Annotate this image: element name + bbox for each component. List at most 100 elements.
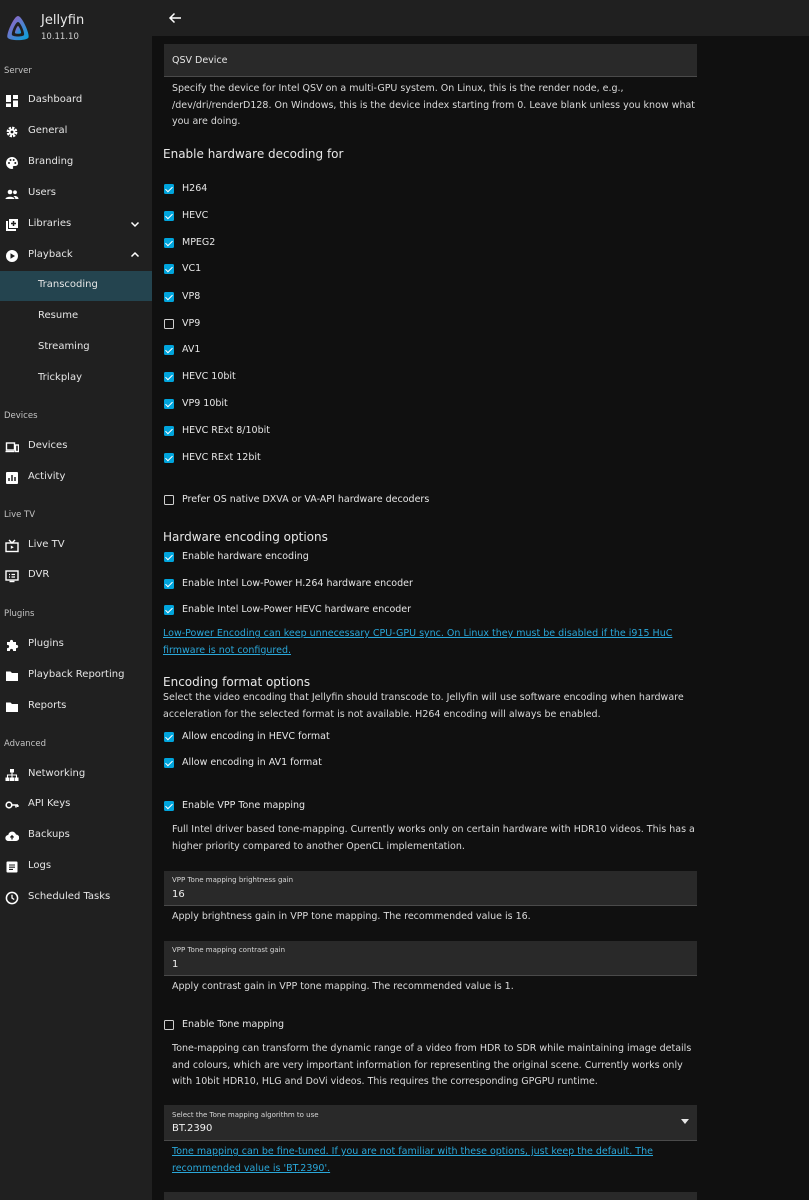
section-livetv: Live TV [4, 510, 36, 520]
sidebar-item-label: General [28, 125, 68, 136]
sidebar-item-api-keys[interactable]: API Keys [0, 790, 152, 820]
sidebar-item-label: Activity [28, 471, 66, 482]
sidebar-item-label: Streaming [38, 341, 90, 352]
live-tv-icon [5, 539, 19, 553]
sidebar-item-plugins[interactable]: Plugins [0, 630, 152, 660]
checkbox-label: H264 [182, 183, 208, 194]
sidebar-item-label: Playback Reporting [28, 669, 125, 680]
section-advanced: Advanced [4, 739, 46, 749]
checkbox-label: Enable Intel Low-Power H.264 hardware en… [182, 578, 413, 589]
checkbox-hevc-10bit[interactable] [164, 372, 174, 382]
checkbox-hevc-rext-8-10bit[interactable] [164, 426, 174, 436]
sidebar-item-resume[interactable]: Resume [0, 302, 152, 332]
sidebar-item-logs[interactable]: Logs [0, 852, 152, 882]
app-name: Jellyfin [41, 13, 85, 28]
sidebar-item-label: Playback [28, 249, 73, 260]
sidebar-item-devices[interactable]: Devices [0, 432, 152, 462]
vpp-contrast-input[interactable]: VPP Tone mapping contrast gain 1 [164, 941, 697, 976]
back-arrow-icon[interactable] [168, 11, 182, 25]
sidebar: Jellyfin 10.11.10 Server Dashboard Gener… [0, 0, 152, 1200]
jellyfin-logo-icon [7, 16, 29, 41]
vpp-contrast-value: 1 [172, 959, 179, 970]
transcoding-settings: QSV Device Specify the device for Intel … [152, 36, 809, 1200]
sidebar-item-backups[interactable]: Backups [0, 821, 152, 851]
sidebar-item-label: Live TV [28, 539, 65, 550]
dashboard-icon [6, 95, 18, 107]
checkbox-enable-hw-encoding[interactable] [164, 552, 174, 562]
checkbox-prefer-native-decoders[interactable] [164, 495, 174, 505]
checkbox-label: VP9 10bit [182, 398, 228, 409]
folder-icon [6, 671, 18, 681]
checkbox-lowpower-hevc[interactable] [164, 605, 174, 615]
people-icon [5, 189, 19, 199]
checkbox-allow-av1[interactable] [164, 758, 174, 768]
tonemap-info-link[interactable]: Tone mapping can be fine-tuned. If you a… [172, 1144, 672, 1177]
sidebar-item-label: Devices [28, 440, 68, 451]
sidebar-item-general[interactable]: General [0, 117, 152, 147]
vpp-brightness-value: 16 [172, 889, 185, 900]
sidebar-item-branding[interactable]: Branding [0, 148, 152, 178]
app-version: 10.11.10 [41, 32, 79, 42]
encoding-title: Hardware encoding options [163, 530, 328, 544]
format-help: Select the video encoding that Jellyfin … [163, 692, 684, 720]
checkbox-label: VC1 [182, 263, 202, 274]
sidebar-item-users[interactable]: Users [0, 179, 152, 209]
chevron-down-icon [130, 221, 140, 228]
qsv-device-help: Specify the device for Intel QSV on a mu… [172, 83, 696, 127]
brand[interactable]: Jellyfin 10.11.10 [0, 0, 152, 56]
next-field[interactable] [164, 1192, 697, 1200]
checkbox-h264[interactable] [164, 184, 174, 194]
checkbox-enable-tonemapping[interactable] [164, 1020, 174, 1030]
sidebar-item-label: Backups [28, 829, 70, 840]
tonemap-help: Tone-mapping can transform the dynamic r… [172, 1043, 692, 1087]
checkbox-allow-hevc[interactable] [164, 732, 174, 742]
vpp-contrast-help: Apply contrast gain in VPP tone mapping.… [172, 981, 514, 992]
checkbox-enable-vpp-tonemapping[interactable] [164, 801, 174, 811]
vpp-brightness-input[interactable]: VPP Tone mapping brightness gain 16 [164, 871, 697, 906]
sidebar-item-playback-reporting[interactable]: Playback Reporting [0, 661, 152, 691]
checkbox-vp8[interactable] [164, 292, 174, 302]
library-add-icon [6, 219, 18, 231]
logs-icon [6, 861, 18, 873]
checkbox-av1[interactable] [164, 345, 174, 355]
sidebar-item-label: Transcoding [38, 279, 98, 290]
sidebar-item-scheduled-tasks[interactable]: Scheduled Tasks [0, 883, 152, 913]
decoding-title: Enable hardware decoding for [163, 147, 344, 161]
checkbox-vp9-10bit[interactable] [164, 399, 174, 409]
tonemap-algorithm-select[interactable]: Select the Tone mapping algorithm to use… [164, 1105, 697, 1141]
checkbox-hevc[interactable] [164, 211, 174, 221]
sidebar-item-transcoding[interactable]: Transcoding [0, 271, 152, 301]
checkbox-label: AV1 [182, 344, 201, 355]
gear-icon [6, 126, 18, 138]
checkbox-vp9[interactable] [164, 319, 174, 329]
vpp-brightness-label: VPP Tone mapping brightness gain [172, 876, 294, 884]
checkbox-label: MPEG2 [182, 237, 216, 248]
checkbox-label: HEVC RExt 12bit [182, 452, 261, 463]
checkbox-label: Enable VPP Tone mapping [182, 800, 306, 811]
sidebar-item-playback[interactable]: Playback [0, 241, 152, 271]
checkbox-mpeg2[interactable] [164, 238, 174, 248]
sidebar-item-dashboard[interactable]: Dashboard [0, 86, 152, 116]
sidebar-item-trickplay[interactable]: Trickplay [0, 364, 152, 394]
checkbox-label: HEVC RExt 8/10bit [182, 425, 270, 436]
sidebar-item-label: Libraries [28, 218, 72, 229]
sidebar-item-livetv[interactable]: Live TV [0, 531, 152, 561]
qsv-device-input[interactable]: QSV Device [164, 44, 697, 77]
chevron-up-icon [130, 251, 140, 258]
sidebar-item-label: Trickplay [38, 372, 82, 383]
sidebar-item-networking[interactable]: Networking [0, 760, 152, 790]
lowpower-info-link[interactable]: Low-Power Encoding can keep unnecessary … [163, 626, 683, 659]
sidebar-item-dvr[interactable]: DVR [0, 561, 152, 591]
sidebar-item-label: Networking [28, 768, 86, 779]
sidebar-item-reports[interactable]: Reports [0, 692, 152, 722]
checkbox-lowpower-h264[interactable] [164, 579, 174, 589]
checkbox-vc1[interactable] [164, 264, 174, 274]
sidebar-item-activity[interactable]: Activity [0, 463, 152, 493]
sidebar-item-label: Plugins [28, 638, 64, 649]
sidebar-item-label: Scheduled Tasks [28, 891, 111, 902]
checkbox-hevc-rext-12bit[interactable] [164, 453, 174, 463]
sidebar-item-streaming[interactable]: Streaming [0, 333, 152, 363]
sidebar-item-label: Branding [28, 156, 74, 167]
sidebar-item-libraries[interactable]: Libraries [0, 210, 152, 240]
vpp-contrast-label: VPP Tone mapping contrast gain [172, 946, 286, 954]
